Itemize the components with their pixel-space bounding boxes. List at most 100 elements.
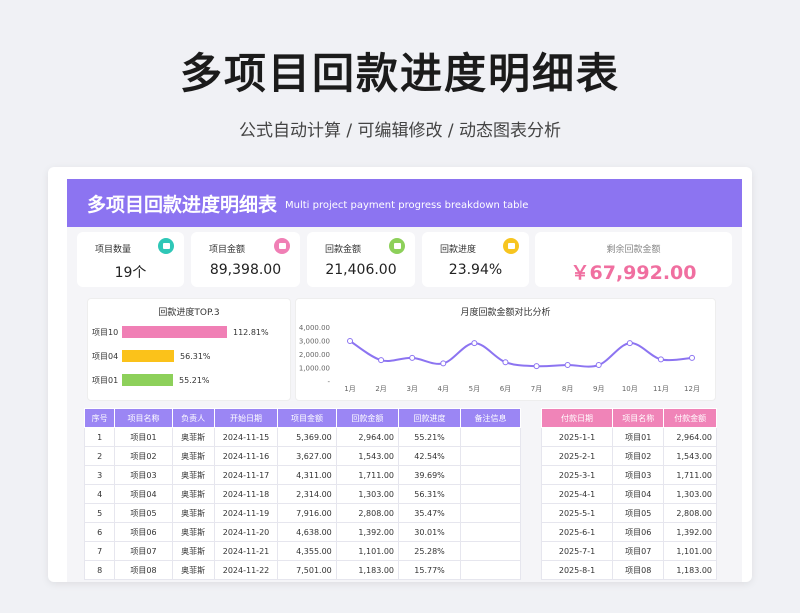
table-cell[interactable]: 1,101.00 xyxy=(663,541,717,561)
data-point[interactable] xyxy=(378,357,385,364)
table-cell[interactable]: 39.69% xyxy=(398,465,462,485)
table-cell[interactable]: 1,183.00 xyxy=(663,560,717,580)
table-cell[interactable]: 项目02 xyxy=(114,446,173,466)
table-cell[interactable]: 25.28% xyxy=(398,541,462,561)
table-cell[interactable] xyxy=(460,503,521,523)
table-cell[interactable] xyxy=(460,541,521,561)
table-cell[interactable]: 8 xyxy=(83,560,116,580)
column-header[interactable]: 回款金额 xyxy=(335,408,400,428)
table-cell[interactable]: 1,392.00 xyxy=(335,522,400,542)
column-header[interactable]: 付款金额 xyxy=(663,408,717,428)
data-point[interactable] xyxy=(409,354,416,361)
table-cell[interactable]: 4,355.00 xyxy=(277,541,337,561)
column-header[interactable]: 项目金额 xyxy=(277,408,337,428)
table-cell[interactable]: 1,711.00 xyxy=(663,465,717,485)
table-cell[interactable]: 2024-11-18 xyxy=(213,484,279,504)
table-cell[interactable]: 3,627.00 xyxy=(277,446,337,466)
table-cell[interactable]: 项目08 xyxy=(114,560,173,580)
table-cell[interactable]: 2025-4-1 xyxy=(540,484,614,504)
data-point[interactable] xyxy=(689,354,695,361)
table-cell[interactable]: 2025-2-1 xyxy=(540,446,614,466)
column-header[interactable]: 备注信息 xyxy=(460,408,521,428)
table-cell[interactable]: 2025-1-1 xyxy=(540,427,614,447)
table-cell[interactable]: 7,916.00 xyxy=(277,503,337,523)
table-cell[interactable]: 项目05 xyxy=(114,503,173,523)
table-cell[interactable]: 3 xyxy=(83,465,116,485)
table-cell[interactable]: 35.47% xyxy=(398,503,462,523)
table-cell[interactable]: 1,303.00 xyxy=(335,484,400,504)
table-cell[interactable] xyxy=(460,446,521,466)
table-cell[interactable]: 奥菲斯 xyxy=(171,484,215,504)
table-cell[interactable]: 奥菲斯 xyxy=(171,503,215,523)
table-cell[interactable]: 项目06 xyxy=(612,522,665,542)
table-cell[interactable]: 1,183.00 xyxy=(335,560,400,580)
data-point[interactable] xyxy=(564,362,571,369)
table-cell[interactable] xyxy=(460,560,521,580)
table-cell[interactable] xyxy=(460,484,521,504)
table-cell[interactable]: 2025-5-1 xyxy=(540,503,614,523)
table-cell[interactable]: 2024-11-17 xyxy=(213,465,279,485)
table-cell[interactable]: 奥菲斯 xyxy=(171,427,215,447)
table-cell[interactable]: 项目03 xyxy=(612,465,665,485)
table-cell[interactable]: 奥菲斯 xyxy=(171,560,215,580)
column-header[interactable]: 付款日期 xyxy=(540,408,614,428)
table-cell[interactable]: 6 xyxy=(83,522,116,542)
table-cell[interactable]: 7 xyxy=(83,541,116,561)
table-cell[interactable]: 30.01% xyxy=(398,522,462,542)
table-cell[interactable]: 1,303.00 xyxy=(663,484,717,504)
table-cell[interactable]: 奥菲斯 xyxy=(171,446,215,466)
table-cell[interactable]: 2024-11-19 xyxy=(213,503,279,523)
table-cell[interactable]: 奥菲斯 xyxy=(171,522,215,542)
table-cell[interactable]: 4 xyxy=(83,484,116,504)
table-cell[interactable]: 7,501.00 xyxy=(277,560,337,580)
table-cell[interactable]: 1,101.00 xyxy=(335,541,400,561)
table-cell[interactable]: 2024-11-22 xyxy=(213,560,279,580)
data-point[interactable] xyxy=(595,362,602,369)
column-header[interactable]: 回款进度 xyxy=(398,408,462,428)
table-cell[interactable]: 1,392.00 xyxy=(663,522,717,542)
column-header[interactable]: 项目名称 xyxy=(114,408,173,428)
data-point[interactable] xyxy=(502,359,509,366)
table-cell[interactable]: 4,638.00 xyxy=(277,522,337,542)
data-point[interactable] xyxy=(347,337,353,344)
table-cell[interactable]: 项目07 xyxy=(114,541,173,561)
column-header[interactable]: 项目名称 xyxy=(612,408,665,428)
table-cell[interactable]: 项目06 xyxy=(114,522,173,542)
table-cell[interactable]: 奥菲斯 xyxy=(171,465,215,485)
table-cell[interactable]: 4,311.00 xyxy=(277,465,337,485)
table-cell[interactable]: 项目03 xyxy=(114,465,173,485)
table-cell[interactable]: 2 xyxy=(83,446,116,466)
table-cell[interactable]: 1,543.00 xyxy=(663,446,717,466)
table-cell[interactable]: 1,543.00 xyxy=(335,446,400,466)
table-cell[interactable]: 2024-11-15 xyxy=(213,427,279,447)
table-cell[interactable]: 42.54% xyxy=(398,446,462,466)
table-cell[interactable]: 项目08 xyxy=(612,560,665,580)
table-cell[interactable] xyxy=(460,427,521,447)
table-cell[interactable]: 2025-8-1 xyxy=(540,560,614,580)
column-header[interactable]: 负责人 xyxy=(171,408,215,428)
table-cell[interactable]: 2025-7-1 xyxy=(540,541,614,561)
table-cell[interactable]: 1 xyxy=(83,427,116,447)
data-point[interactable] xyxy=(657,356,664,363)
table-cell[interactable]: 5 xyxy=(83,503,116,523)
data-point[interactable] xyxy=(471,340,478,347)
table-cell[interactable]: 奥菲斯 xyxy=(171,541,215,561)
table-cell[interactable]: 56.31% xyxy=(398,484,462,504)
table-cell[interactable]: 项目01 xyxy=(612,427,665,447)
table-cell[interactable] xyxy=(460,522,521,542)
table-cell[interactable]: 项目05 xyxy=(612,503,665,523)
column-header[interactable]: 序号 xyxy=(83,408,116,428)
table-cell[interactable]: 项目01 xyxy=(114,427,173,447)
table-cell[interactable]: 2024-11-21 xyxy=(213,541,279,561)
table-cell[interactable]: 15.77% xyxy=(398,560,462,580)
table-cell[interactable]: 2025-3-1 xyxy=(540,465,614,485)
table-cell[interactable]: 2,314.00 xyxy=(277,484,337,504)
data-point[interactable] xyxy=(440,360,447,367)
table-cell[interactable]: 2,964.00 xyxy=(663,427,717,447)
table-cell[interactable]: 项目04 xyxy=(612,484,665,504)
data-point[interactable] xyxy=(533,363,540,370)
table-cell[interactable]: 2024-11-16 xyxy=(213,446,279,466)
table-cell[interactable]: 2024-11-20 xyxy=(213,522,279,542)
table-cell[interactable]: 项目02 xyxy=(612,446,665,466)
table-cell[interactable] xyxy=(460,465,521,485)
